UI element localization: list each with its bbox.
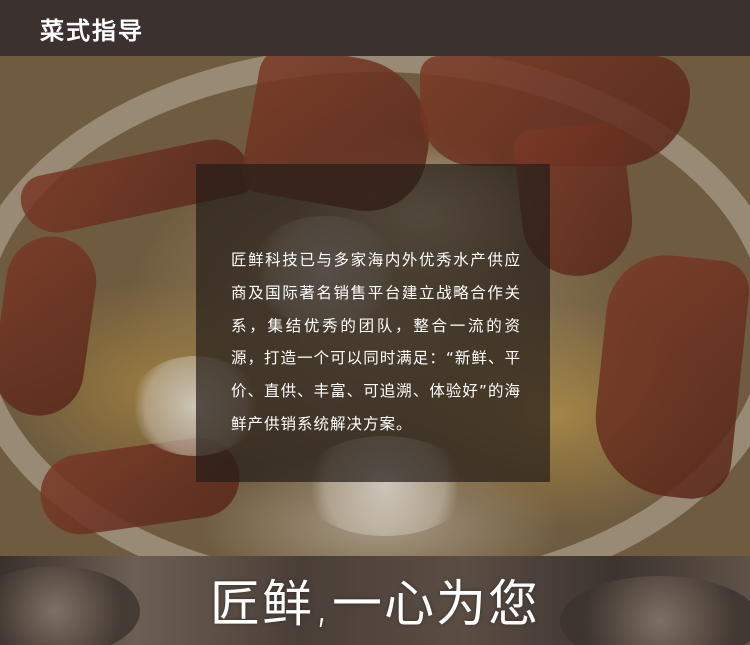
section-title: 菜式指导 (40, 16, 144, 45)
company-intro-text: 匠鲜科技已与多家海内外优秀水产供应商及国际著名销售平台建立战略合作关系，集结优秀… (231, 251, 521, 433)
slogan-banner: 匠鲜,一心为您 (0, 556, 750, 645)
section-header: 菜式指导 (0, 0, 750, 56)
brand-slogan: 匠鲜,一心为您 (210, 575, 540, 633)
